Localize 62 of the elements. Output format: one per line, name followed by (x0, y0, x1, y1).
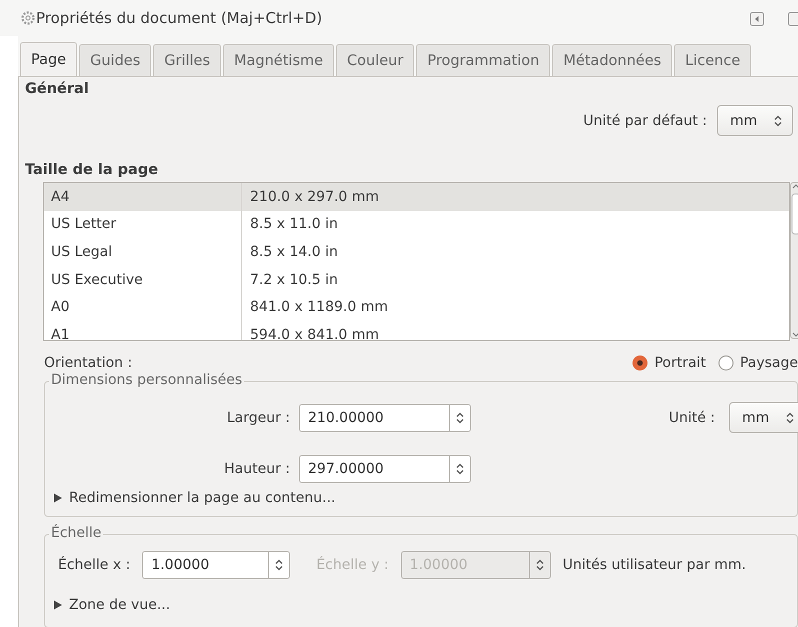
tab[interactable]: Guides (79, 44, 152, 77)
tab[interactable]: Magnétisme (223, 44, 334, 77)
spin-field[interactable]: 1.00000 (142, 551, 268, 579)
table-cell-text: 594.0 x 841.0 mm (249, 326, 380, 340)
tab[interactable]: Couleur (336, 44, 414, 77)
updown-icon (536, 559, 544, 571)
expander[interactable]: Zone de vue... (53, 597, 170, 613)
table-cell: A1 (44, 320, 242, 340)
list-row[interactable]: A1 594.0 x 841.0 mm (44, 320, 789, 340)
expander[interactable]: Redimensionner la page au contenu... (53, 490, 336, 506)
table-cell-text: 8.5 x 11.0 in (249, 216, 338, 232)
tab[interactable]: Métadonnées (552, 44, 672, 77)
window-title: Propriétés du document (Maj+Ctrl+D) (36, 9, 322, 27)
table-cell: US Executive (44, 266, 242, 294)
table-cell-text: 210.0 x 297.0 mm (249, 188, 380, 205)
updown-icon (786, 412, 794, 424)
radio-option[interactable]: Portrait (632, 355, 706, 371)
units-note: Unités utilisateur par mm. (562, 557, 746, 573)
table-cell-text: 7.2 x 10.5 in (249, 272, 338, 288)
tab[interactable]: Licence (674, 44, 752, 77)
table-cell: US Letter (44, 210, 242, 238)
section-heading: Général (25, 81, 89, 97)
gear-icon (20, 10, 36, 26)
stepper-button[interactable] (449, 404, 471, 432)
table-cell: A0 (44, 293, 242, 321)
tab[interactable]: Page (20, 42, 78, 77)
expander-icon (53, 493, 63, 503)
list-row[interactable]: A4 210.0 x 297.0 mm (44, 183, 789, 211)
list-row[interactable]: US Legal 8.5 x 14.0 in (44, 238, 789, 266)
field-label: Largeur : (226, 410, 291, 426)
field-label: Orientation : (44, 355, 132, 371)
updown-icon (456, 412, 464, 424)
updown-icon (774, 114, 782, 126)
list-row[interactable]: A0 841.0 x 1189.0 mm (44, 293, 789, 321)
list-row[interactable]: US Letter 8.5 x 11.0 in (44, 210, 789, 238)
table-cell: US Legal (44, 238, 242, 266)
updown-icon (456, 463, 464, 475)
field-label: Unité par défaut : (583, 112, 707, 128)
field-label: Échelle y : (316, 557, 389, 573)
unit-dropdown[interactable]: mm (717, 105, 793, 136)
radio-option[interactable]: Paysage (718, 355, 798, 371)
tab[interactable]: Grilles (153, 44, 222, 77)
dock-icon[interactable] (750, 12, 764, 26)
table-cell-text: 841.0 x 1189.0 mm (249, 299, 388, 316)
table-cell-text: 8.5 x 14.0 in (249, 244, 338, 260)
stepper-button[interactable] (528, 551, 551, 579)
field-label: Hauteur : (223, 461, 291, 477)
table-cell: A4 (44, 183, 242, 211)
expander-icon (53, 600, 63, 610)
field-label: Échelle x : (58, 557, 130, 573)
field-label: Unité : (668, 410, 715, 426)
stepper-button[interactable] (449, 455, 471, 483)
section-heading: Taille de la page (25, 162, 158, 178)
spin-field[interactable]: 210.00000 (299, 404, 449, 432)
stepper-button[interactable] (268, 551, 290, 579)
updown-icon (275, 559, 284, 571)
spin-field[interactable]: 297.00000 (299, 455, 449, 483)
tab[interactable]: Programmation (416, 44, 550, 77)
list-row[interactable]: US Executive 7.2 x 10.5 in (44, 266, 789, 294)
unit-dropdown[interactable]: mm (729, 402, 798, 433)
scrollbar[interactable] (790, 182, 798, 339)
group-heading: Dimensions personnalisées (49, 372, 244, 388)
